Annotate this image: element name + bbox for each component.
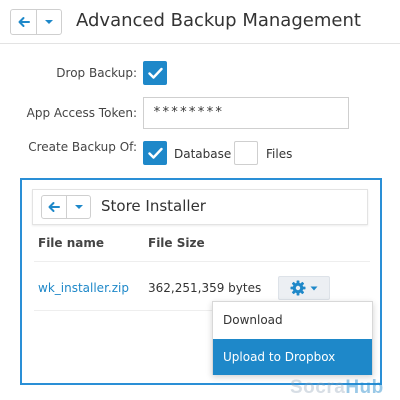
database-option-label: Database (174, 147, 232, 161)
file-actions-dropdown: Download Upload to Dropbox (212, 301, 373, 375)
dropdown-item-download[interactable]: Download (213, 302, 372, 338)
drop-backup-checkbox[interactable] (143, 61, 167, 85)
watermark-part-1: Socra (290, 377, 346, 398)
arrow-left-icon (48, 202, 60, 212)
column-header-file-size: File Size (148, 236, 205, 250)
files-checkbox[interactable] (234, 141, 258, 165)
caret-down-icon (74, 205, 83, 209)
file-name-link[interactable]: wk_installer.zip (38, 281, 129, 295)
dropdown-item-upload-to-dropbox[interactable]: Upload to Dropbox (213, 339, 372, 375)
modal-nav-button-group (41, 195, 91, 219)
watermark-logo: SocraHub (290, 377, 384, 399)
caret-down-icon (310, 286, 318, 290)
column-header-file-name: File name (38, 236, 105, 250)
database-checkbox[interactable] (143, 141, 167, 165)
access-token-label: App Access Token: (26, 106, 137, 120)
modal-menu-button[interactable] (66, 196, 90, 218)
create-backup-label: Create Backup Of: (28, 140, 137, 154)
modal-back-button[interactable] (42, 196, 66, 218)
modal-header: Store Installer (32, 189, 368, 225)
table-row-divider (34, 310, 220, 311)
store-installer-modal: Store Installer File name File Size wk_i… (20, 178, 382, 385)
file-actions-button[interactable] (278, 276, 330, 300)
nav-button-group (10, 9, 62, 35)
drop-backup-label: Drop Backup: (56, 66, 137, 80)
nav-menu-button[interactable] (36, 10, 61, 34)
checkmark-icon (148, 67, 163, 79)
caret-down-icon (45, 20, 53, 24)
page-title: Advanced Backup Management (76, 10, 361, 31)
back-button[interactable] (11, 10, 36, 34)
watermark-part-2: Hub (345, 377, 384, 398)
checkmark-icon (148, 147, 163, 159)
file-size-value: 362,251,359 bytes (148, 281, 262, 295)
arrow-left-icon (18, 17, 30, 27)
access-token-input[interactable]: ******** (143, 97, 349, 129)
page-header: Advanced Backup Management (0, 0, 400, 44)
gear-icon (290, 280, 306, 296)
files-option-label: Files (266, 147, 293, 161)
modal-title: Store Installer (101, 197, 206, 215)
table-divider (34, 261, 370, 262)
